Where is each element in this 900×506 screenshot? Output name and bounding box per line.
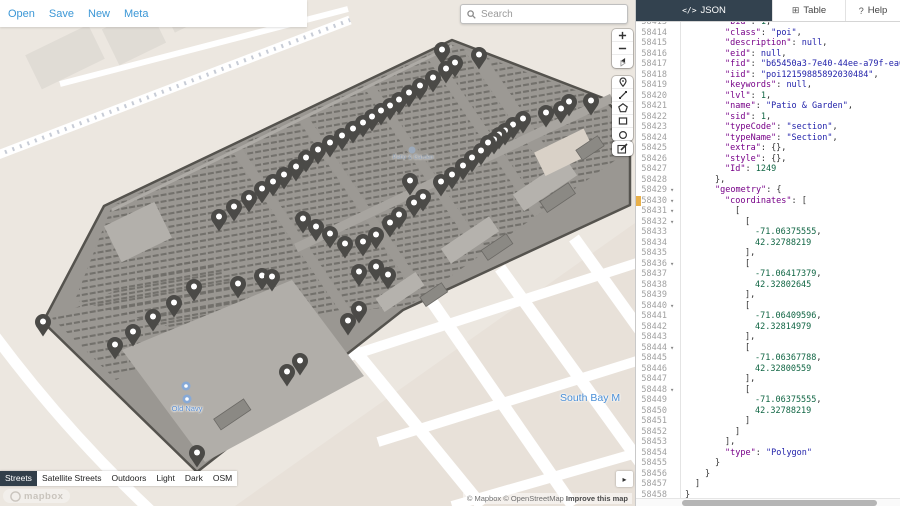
code-line[interactable]: 58445 -71.06367788, xyxy=(636,353,900,364)
tab-table[interactable]: ⊞ Table xyxy=(773,0,846,21)
code-line[interactable]: 58424 "typeName": "Section", xyxy=(636,132,900,143)
code-icon: </> xyxy=(682,6,697,15)
search-input[interactable] xyxy=(481,8,621,20)
menu-open[interactable]: Open xyxy=(8,8,35,20)
edit-features-button[interactable] xyxy=(612,141,633,156)
layer-dark[interactable]: Dark xyxy=(180,471,208,486)
code-line[interactable]: 58450 42.32788219 xyxy=(636,405,900,416)
code-line[interactable]: 58418 "iid": "poi12159885892030484", xyxy=(636,69,900,80)
help-icon: ? xyxy=(858,5,864,16)
code-line[interactable]: 58426 "style": {}, xyxy=(636,153,900,164)
map-canvas[interactable]: Old Navy South Bay M Patio & Garden Open… xyxy=(0,0,635,506)
menu-bar: Open Save New Meta xyxy=(0,0,307,27)
layer-satellite-streets[interactable]: Satellite Streets xyxy=(37,471,107,486)
json-editor[interactable]: 58413 "bid": 1, 58414 "class": "poi", 58415 "… xyxy=(636,22,900,506)
code-line[interactable]: 58422 "sid": 1, xyxy=(636,111,900,122)
code-line[interactable]: 58431 ▾[ xyxy=(636,206,900,217)
code-line[interactable]: 58432 ▾[ xyxy=(636,216,900,227)
zoom-controls xyxy=(612,29,633,68)
code-line[interactable]: 58454 "type": "Polygon" xyxy=(636,447,900,458)
code-line[interactable]: 58417 "fid": "b65450a3-7e40-44ee-a79f-ea6… xyxy=(636,59,900,70)
geojson-editor-app: Old Navy South Bay M Patio & Garden Open… xyxy=(0,0,900,506)
draw-rectangle-button[interactable] xyxy=(612,115,633,128)
code-line[interactable]: 58425 "extra": {}, xyxy=(636,143,900,154)
side-panel: </> JSON ⊞ Table ? Help 58413 "bid": 1, 58… xyxy=(635,0,900,506)
code-line[interactable]: 58447], xyxy=(636,374,900,385)
tab-json[interactable]: </> JSON xyxy=(636,0,773,21)
layer-light[interactable]: Light xyxy=(151,471,179,486)
code-line[interactable]: 58446 42.32800559 xyxy=(636,363,900,374)
attrib-osm-link[interactable]: © OpenStreetMap xyxy=(503,494,564,503)
code-line[interactable]: 58440 ▾[ xyxy=(636,300,900,311)
code-line[interactable]: 58441 -71.06409596, xyxy=(636,311,900,322)
attrib-mapbox-link[interactable]: © Mapbox xyxy=(467,494,501,503)
code-line[interactable]: 58419 "keywords": null, xyxy=(636,80,900,91)
editor-hscrollbar[interactable] xyxy=(636,498,900,506)
edit-tool-group xyxy=(612,141,633,156)
code-line[interactable]: 58456} xyxy=(636,468,900,479)
zoom-out-button[interactable] xyxy=(612,42,633,55)
mapbox-wordmark: mapbox xyxy=(24,490,64,502)
draw-polygon-button[interactable] xyxy=(612,102,633,115)
mapbox-logo[interactable]: mapbox xyxy=(3,489,71,503)
code-line[interactable]: 58415 "description": null, xyxy=(636,38,900,49)
code-line[interactable]: 58421 "name": "Patio & Garden", xyxy=(636,101,900,112)
draw-line-button[interactable] xyxy=(612,89,633,102)
code-line[interactable]: 58436 ▾[ xyxy=(636,258,900,269)
panel-collapse-button[interactable]: ▸ xyxy=(616,471,633,487)
code-line[interactable]: 58416 "eid": null, xyxy=(636,48,900,59)
layer-streets[interactable]: Streets xyxy=(0,471,37,486)
code-line[interactable]: 58453], xyxy=(636,437,900,448)
menu-meta[interactable]: Meta xyxy=(124,8,148,20)
code-line[interactable]: 58433 -71.06375555, xyxy=(636,227,900,238)
code-line[interactable]: 58444 ▾[ xyxy=(636,342,900,353)
code-line[interactable]: 58430 ▾ "coordinates": [ xyxy=(636,195,900,206)
mapbox-logo-icon xyxy=(10,490,21,502)
layer-osm[interactable]: OSM xyxy=(208,471,237,486)
table-icon: ⊞ xyxy=(791,5,800,15)
menu-save[interactable]: Save xyxy=(49,8,74,20)
code-line[interactable]: 58414 "class": "poi", xyxy=(636,27,900,38)
menu-new[interactable]: New xyxy=(88,8,110,20)
compass-button[interactable] xyxy=(612,55,633,68)
code-line[interactable]: 58448 ▾[ xyxy=(636,384,900,395)
code-line[interactable]: 58457] xyxy=(636,479,900,490)
tab-help[interactable]: ? Help xyxy=(846,0,900,21)
map-attribution: © Mapbox © OpenStreetMap Improve this ma… xyxy=(462,493,632,504)
code-line[interactable]: 58449 -71.06375555, xyxy=(636,395,900,406)
code-line[interactable]: 58443], xyxy=(636,332,900,343)
code-line[interactable]: 58423 "typeCode": "section", xyxy=(636,122,900,133)
code-line[interactable]: 58420 "lvl": 1, xyxy=(636,90,900,101)
draw-marker-button[interactable] xyxy=(612,76,633,89)
code-line[interactable]: 58429 ▾ "geometry": { xyxy=(636,185,900,196)
layer-outdoors[interactable]: Outdoors xyxy=(106,471,151,486)
code-line[interactable]: 58428}, xyxy=(636,174,900,185)
code-line[interactable]: 58452] xyxy=(636,426,900,437)
json-editor-lines: 58413 "bid": 1, 58414 "class": "poi", 58415 "… xyxy=(636,22,900,500)
zoom-in-button[interactable] xyxy=(612,29,633,42)
code-line[interactable]: 58438 42.32802645 xyxy=(636,279,900,290)
basemap-switcher: Streets Satellite Streets Outdoors Light… xyxy=(0,471,238,486)
search-box xyxy=(460,4,628,24)
search-icon xyxy=(467,9,476,19)
code-line[interactable]: 58451] xyxy=(636,416,900,427)
map-pin[interactable] xyxy=(35,314,51,337)
draw-tools xyxy=(612,76,633,141)
code-line[interactable]: 58442 42.32814979 xyxy=(636,321,900,332)
draw-circle-button[interactable] xyxy=(612,128,633,141)
editor-hscroll-thumb[interactable] xyxy=(682,500,877,506)
code-line[interactable]: 58439], xyxy=(636,290,900,301)
map-render xyxy=(0,0,635,506)
code-line[interactable]: 58437 -71.06417379, xyxy=(636,269,900,280)
code-line[interactable]: 58455} xyxy=(636,458,900,469)
code-line[interactable]: 58427 "Id": 1249 xyxy=(636,164,900,175)
panel-tabs: </> JSON ⊞ Table ? Help xyxy=(636,0,900,22)
code-line[interactable]: 58435], xyxy=(636,248,900,259)
code-line[interactable]: 58434 42.32788219 xyxy=(636,237,900,248)
attrib-improve-link[interactable]: Improve this map xyxy=(566,494,628,503)
